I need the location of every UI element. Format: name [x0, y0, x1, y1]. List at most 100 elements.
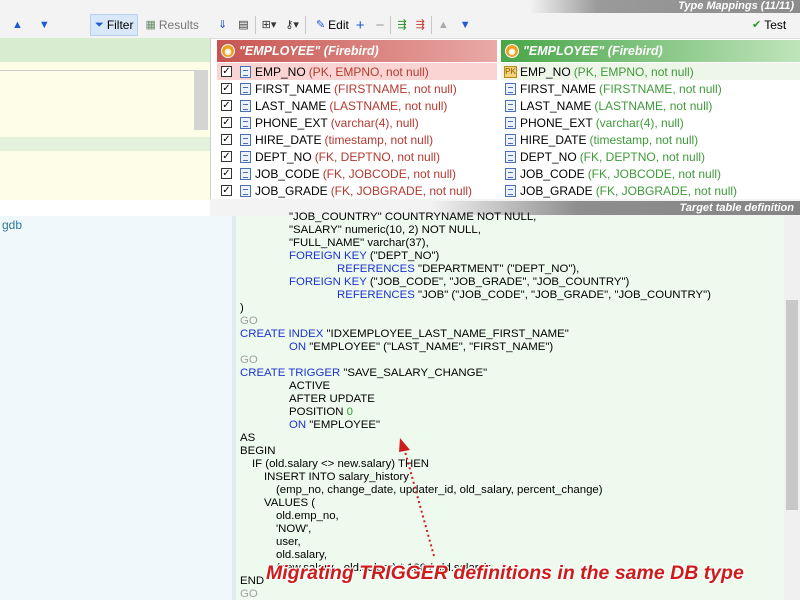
column-name: EMP_NO: [520, 64, 571, 79]
column-attributes: (timestamp, not null): [324, 132, 434, 147]
auto-map-icon[interactable]: ⇓: [218, 19, 227, 31]
target-column-row[interactable]: PHONE_EXT (varchar(4), null): [501, 114, 800, 131]
target-column-row[interactable]: FIRST_NAME (FIRSTNAME, not null): [501, 80, 800, 97]
include-checkbox[interactable]: ✓: [221, 185, 232, 196]
filter-button[interactable]: ⏷ Filter: [90, 14, 139, 36]
target-column-row[interactable]: DEPT_NO (FK, DEPTNO, not null): [501, 148, 800, 165]
column-attributes: (varchar(4), null): [330, 115, 419, 130]
column-name: DEPT_NO: [520, 149, 577, 164]
column-name: PHONE_EXT: [255, 115, 328, 130]
code-line: AS: [240, 432, 256, 444]
code-go: GO: [240, 588, 258, 600]
annotation-caption: Migrating TRIGGER definitions in the sam…: [266, 562, 744, 584]
column-attributes: (timestamp, not null): [589, 132, 699, 147]
column-name: EMP_NO: [255, 64, 306, 79]
column-attributes: (LASTNAME, not null): [594, 98, 713, 113]
column-attributes: (LASTNAME, not null): [329, 98, 448, 113]
results-button[interactable]: ▦ Results: [141, 14, 202, 36]
include-checkbox[interactable]: ✓: [221, 83, 232, 94]
tree-icon[interactable]: ⊞▾: [262, 19, 277, 31]
add-column-icon[interactable]: ⇶: [397, 19, 406, 31]
code-go: GO: [240, 315, 258, 327]
source-table-header: ◉ "EMPLOYEE" (Firebird): [217, 40, 497, 62]
editor-gutter: [232, 216, 236, 600]
code-line: ACTIVE: [289, 380, 331, 392]
delete-column-icon[interactable]: ⇶: [416, 19, 425, 31]
code-go: GO: [240, 354, 258, 366]
script-icon[interactable]: ▤: [238, 19, 248, 31]
primary-key-icon: PK: [504, 65, 517, 78]
code-line: user,: [276, 536, 301, 548]
code-line: old.emp_no,: [276, 510, 339, 522]
column-name: HIRE_DATE: [520, 132, 587, 147]
source-column-row[interactable]: ✓ JOB_CODE (FK, JOBCODE, not null): [217, 165, 497, 182]
include-checkbox[interactable]: ✓: [221, 151, 232, 162]
remove-icon[interactable]: −: [376, 18, 385, 33]
column-attributes: (FK, JOBGRADE, not null): [595, 183, 738, 198]
add-icon[interactable]: +: [356, 18, 365, 33]
target-column-row[interactable]: JOB_GRADE (FK, JOBGRADE, not null): [501, 182, 800, 199]
target-column-row[interactable]: LAST_NAME (LASTNAME, not null): [501, 97, 800, 114]
firebird-icon: ◉: [505, 44, 519, 58]
left-selected-row[interactable]: [0, 137, 210, 151]
move-up-icon[interactable]: ▲: [12, 19, 23, 31]
code-line: "SALARY" numeric(10, 2) NOT NULL,: [289, 224, 481, 236]
move-down-icon[interactable]: ▼: [39, 19, 50, 31]
left-lower-pane[interactable]: [0, 216, 233, 600]
include-checkbox[interactable]: ✓: [221, 100, 232, 111]
source-column-row[interactable]: ✓ DEPT_NO (FK, DEPTNO, not null): [217, 148, 497, 165]
code-line: FOREIGN KEY ("JOB_CODE", "JOB_GRADE", "J…: [289, 276, 630, 288]
column-attributes: (PK, EMPNO, not null): [573, 64, 694, 79]
column-icon: [240, 133, 251, 146]
code-line: FOREIGN KEY ("DEPT_NO"): [289, 250, 440, 262]
target-column-row[interactable]: JOB_CODE (FK, JOBCODE, not null): [501, 165, 800, 182]
code-line: ON "EMPLOYEE": [289, 419, 381, 431]
column-attributes: (FK, JOBCODE, not null): [587, 166, 722, 181]
target-column-row[interactable]: HIRE_DATE (timestamp, not null): [501, 131, 800, 148]
move-column-up-icon[interactable]: ▲: [438, 19, 449, 31]
column-name: JOB_GRADE: [520, 183, 593, 198]
include-checkbox[interactable]: ✓: [221, 66, 232, 77]
left-scrollbar[interactable]: [194, 70, 208, 130]
column-name: LAST_NAME: [520, 98, 592, 113]
test-button[interactable]: ✔ Test: [748, 14, 790, 36]
source-column-row[interactable]: ✓ LAST_NAME (LASTNAME, not null): [217, 97, 497, 114]
source-column-row[interactable]: ✓ PHONE_EXT (varchar(4), null): [217, 114, 497, 131]
column-attributes: (FK, DEPTNO, not null): [314, 149, 441, 164]
source-column-row[interactable]: ✓ EMP_NO (PK, EMPNO, not null): [217, 63, 497, 80]
edit-icon: ✎: [315, 18, 326, 31]
edit-button[interactable]: ✎ Edit: [312, 14, 353, 36]
column-icon: [505, 150, 516, 163]
firebird-icon: ◉: [221, 44, 235, 58]
column-attributes: (FK, JOBGRADE, not null): [330, 183, 473, 198]
column-name: JOB_CODE: [520, 166, 585, 181]
column-name: JOB_GRADE: [255, 183, 328, 198]
column-name: HIRE_DATE: [255, 132, 322, 147]
column-icon: [240, 150, 251, 163]
check-icon: ✔: [752, 18, 762, 31]
source-column-row[interactable]: ✓ FIRST_NAME (FIRSTNAME, not null): [217, 80, 497, 97]
column-attributes: (FK, JOBCODE, not null): [322, 166, 457, 181]
include-checkbox[interactable]: ✓: [221, 168, 232, 179]
editor-scrollbar-thumb[interactable]: [786, 300, 798, 510]
left-lower-item[interactable]: gdb: [2, 218, 22, 232]
left-pane-header: [0, 38, 210, 62]
column-icon: [505, 116, 516, 129]
annotation-arrow: [399, 438, 435, 557]
column-icon: [505, 133, 516, 146]
target-columns-list: PK EMP_NO (PK, EMPNO, not null) FIRST_NAME(…: [501, 63, 800, 199]
column-attributes: (FK, DEPTNO, not null): [579, 149, 706, 164]
results-grid-icon: ▦: [145, 18, 156, 31]
column-name: LAST_NAME: [255, 98, 327, 113]
source-column-row[interactable]: ✓ HIRE_DATE (timestamp, not null): [217, 131, 497, 148]
move-column-down-icon[interactable]: ▼: [460, 19, 471, 31]
include-checkbox[interactable]: ✓: [221, 134, 232, 145]
source-column-row[interactable]: ✓ JOB_GRADE (FK, JOBGRADE, not null): [217, 182, 497, 199]
target-column-row[interactable]: PK EMP_NO (PK, EMPNO, not null): [501, 63, 800, 80]
include-checkbox[interactable]: ✓: [221, 117, 232, 128]
column-icon: [240, 65, 251, 78]
code-line: AFTER UPDATE: [289, 393, 375, 405]
code-line: ON "EMPLOYEE" ("LAST_NAME", "FIRST_NAME"…: [289, 341, 554, 353]
key-icon[interactable]: ⚷▾: [285, 19, 299, 31]
column-icon: [240, 82, 251, 95]
